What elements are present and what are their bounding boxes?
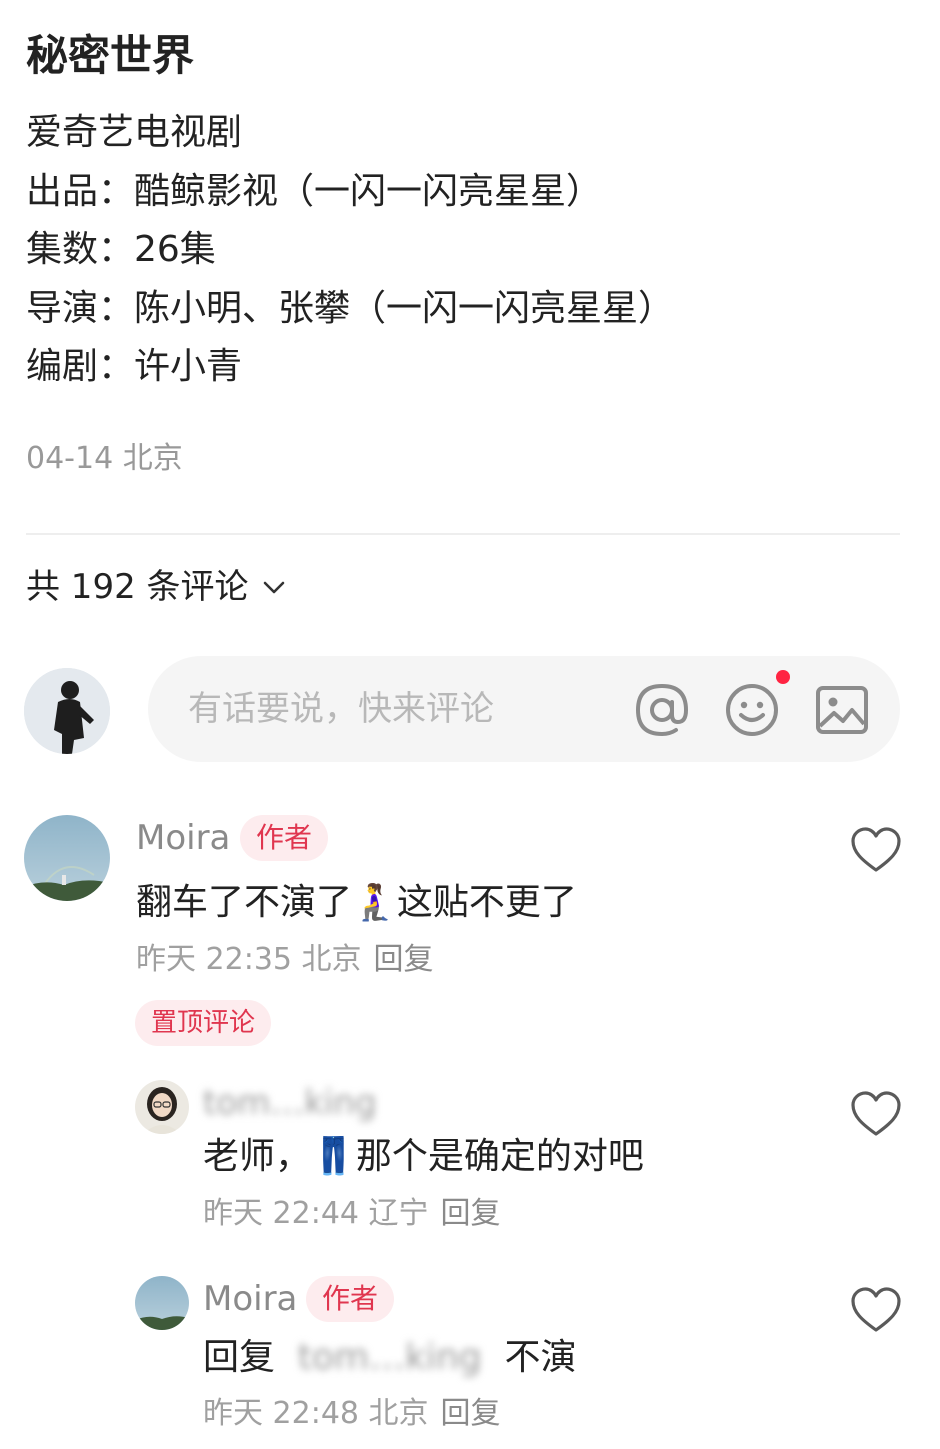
comment-count-label: 共 192 条评论 [26, 567, 249, 607]
post-title: 秘密世界 [26, 31, 195, 80]
current-user-avatar[interactable] [24, 668, 110, 754]
author-badge: 作者 [306, 1276, 395, 1322]
commenter-avatar[interactable] [135, 1276, 189, 1330]
chevron-down-icon [263, 581, 284, 594]
reply-button[interactable]: 回复 [441, 1196, 501, 1231]
comment-text: 老师，👖那个是确定的对吧 [203, 1136, 644, 1177]
comment-username[interactable]: Moira [203, 1276, 297, 1322]
emoji-icon[interactable] [724, 682, 780, 738]
at-icon[interactable] [634, 682, 690, 738]
comment-username[interactable]: tom…king [203, 1080, 377, 1126]
comment-meta: 昨天 22:44 辽宁 回复 [203, 1192, 501, 1236]
comment-time: 昨天 22:35 北京 [136, 942, 362, 977]
divider [26, 533, 900, 535]
pinned-comment-badge: 置顶评论 [135, 1000, 272, 1046]
comment-time: 昨天 22:48 北京 [203, 1396, 429, 1431]
jeans-emoji: 👖 [311, 1136, 356, 1177]
notification-dot [776, 670, 790, 684]
comment-username[interactable]: Moira [136, 815, 230, 861]
comment-time: 昨天 22:44 辽宁 [203, 1196, 429, 1231]
post-date-location: 04-14 北京 [26, 441, 183, 476]
comment-input-placeholder: 有话要说，快来评论 [188, 689, 494, 729]
comment-count-toggle[interactable]: 共 192 条评论 [26, 562, 285, 612]
comment-input[interactable]: 有话要说，快来评论 [148, 656, 900, 762]
comment-meta: 昨天 22:48 北京 回复 [203, 1392, 501, 1436]
person-kneeling-emoji: 🧎‍♀️ [352, 882, 397, 923]
commenter-avatar[interactable] [135, 1080, 189, 1134]
post-line: 导演：陈小明、张攀（一闪一闪亮星星） [26, 287, 675, 329]
mention-link: tom…king [297, 1337, 482, 1378]
comment-meta: 昨天 22:35 北京 回复 [136, 938, 434, 982]
like-heart-icon[interactable] [850, 826, 902, 874]
comment-text: 回复 tom…king 不演 [203, 1333, 577, 1383]
comment-text: 翻车了不演了🧎‍♀️这贴不更了 [136, 882, 577, 923]
post-line: 爱奇艺电视剧 [26, 112, 243, 153]
reply-button[interactable]: 回复 [374, 942, 434, 977]
post-line: 编剧：许小青 [26, 346, 243, 387]
like-heart-icon[interactable] [850, 1090, 902, 1138]
author-badge: 作者 [240, 815, 329, 861]
reply-button[interactable]: 回复 [441, 1396, 501, 1431]
like-heart-icon[interactable] [850, 1286, 902, 1334]
post-body: 爱奇艺电视剧 出品：酷鲸影视（一闪一闪亮星星） 集数：26集 导演：陈小明、张攀… [26, 104, 674, 397]
post-line: 集数：26集 [26, 229, 216, 270]
post-line: 出品：酷鲸影视（一闪一闪亮星星） [26, 170, 603, 212]
commenter-avatar[interactable] [24, 815, 110, 901]
image-icon[interactable] [814, 682, 870, 738]
